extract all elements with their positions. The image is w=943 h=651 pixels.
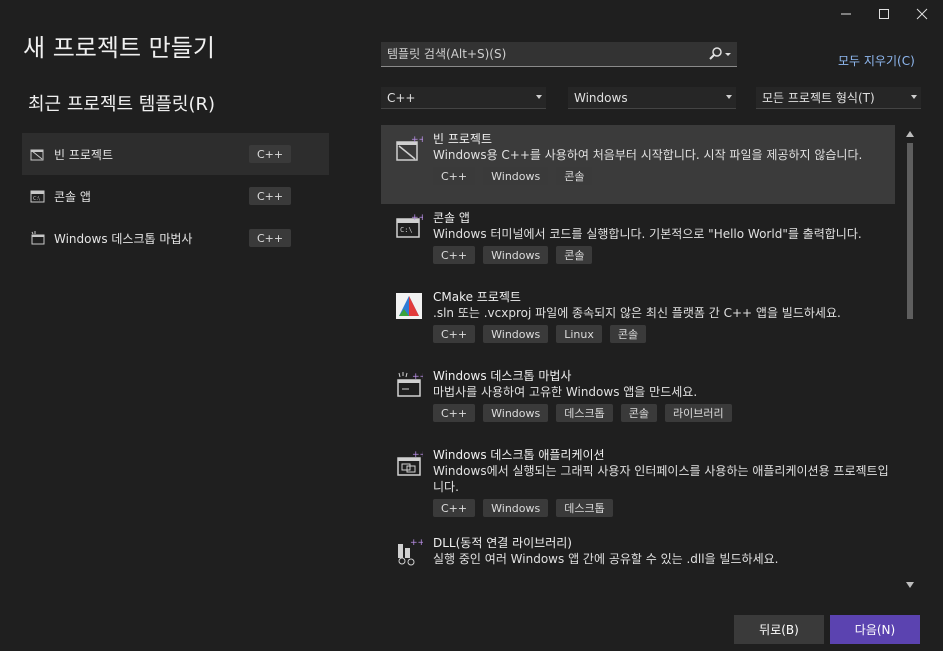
- template-description: 실행 중인 여러 Windows 앱 간에 공유할 수 있는 .dll을 빌드하…: [433, 552, 779, 566]
- template-tags: C++ Windows 데스크톱: [433, 499, 895, 517]
- template-description: Windows용 C++를 사용하여 처음부터 시작합니다. 시작 파일을 제공…: [433, 148, 863, 162]
- tag: 라이브러리: [664, 404, 732, 422]
- back-button[interactable]: 뒤로(B): [734, 615, 824, 644]
- tag: Windows: [483, 167, 549, 185]
- template-tags: C++ Windows 콘솔: [433, 246, 895, 264]
- tag: 데스크톱: [556, 499, 613, 517]
- recent-item-tag: C++: [249, 187, 292, 205]
- desktop-wizard-icon: [30, 231, 46, 245]
- template-name: 콘솔 앱: [433, 211, 470, 225]
- recent-item-label: 콘솔 앱: [54, 189, 91, 204]
- clear-all-link[interactable]: 모두 지우기(C): [838, 52, 915, 69]
- template-item-cmake[interactable]: CMake 프로젝트 .sln 또는 .vcxproj 파일에 종속되지 않은 …: [381, 283, 895, 362]
- minimize-button[interactable]: [827, 0, 865, 28]
- empty-project-icon: ++: [395, 134, 426, 162]
- template-name: CMake 프로젝트: [433, 290, 521, 304]
- svg-text:C:\: C:\: [33, 196, 40, 202]
- template-description: .sln 또는 .vcxproj 파일에 종속되지 않은 최신 플랫폼 간 C+…: [433, 306, 841, 320]
- tag: 데스크톱: [556, 404, 613, 422]
- template-description: 마법사를 사용하여 고유한 Windows 앱을 만드세요.: [433, 385, 698, 399]
- project-type-filter[interactable]: 모든 프로젝트 형식(T): [756, 87, 921, 109]
- page-title: 새 프로젝트 만들기: [23, 34, 215, 62]
- tag: 콘솔: [556, 246, 593, 264]
- recent-item-console-app[interactable]: C:\ 콘솔 앱 C++: [22, 175, 329, 217]
- maximize-button[interactable]: [865, 0, 903, 28]
- tag: C++: [433, 325, 476, 343]
- chevron-down-icon: [725, 53, 731, 56]
- template-description: Windows 터미널에서 코드를 실행합니다. 기본적으로 "Hello Wo…: [433, 227, 862, 241]
- template-item-dll[interactable]: ++ DLL(동적 연결 라이브러리) 실행 중인 여러 Windows 앱 간…: [381, 529, 895, 583]
- svg-text:C:\: C:\: [400, 226, 413, 234]
- tag: 콘솔: [620, 404, 657, 422]
- tag: C++: [433, 167, 476, 185]
- platform-filter-value: Windows: [574, 90, 628, 105]
- recent-item-label: 빈 프로젝트: [54, 147, 114, 162]
- scroll-up-icon[interactable]: [906, 131, 914, 137]
- chevron-down-icon: [536, 95, 542, 99]
- svg-text:++: ++: [412, 450, 423, 460]
- tag: Windows: [483, 499, 549, 517]
- desktop-wizard-icon: ++: [395, 371, 427, 399]
- template-list-scrollbar[interactable]: [903, 125, 917, 590]
- template-list: ++ 빈 프로젝트 Windows용 C++를 사용하여 처음부터 시작합니다.…: [381, 125, 895, 583]
- console-app-icon: C:\ ++: [395, 213, 426, 241]
- desktop-app-icon: ++: [395, 450, 427, 478]
- recent-item-desktop-wizard[interactable]: Windows 데스크톱 마법사 C++: [22, 217, 329, 259]
- project-type-filter-value: 모든 프로젝트 형식(T): [762, 91, 875, 105]
- next-button[interactable]: 다음(N): [830, 615, 920, 644]
- tag: Windows: [483, 404, 549, 422]
- maximize-icon: [879, 9, 889, 19]
- template-item-desktop-wizard[interactable]: ++ Windows 데스크톱 마법사 마법사를 사용하여 고유한 Window…: [381, 362, 895, 441]
- recent-templates-title: 최근 프로젝트 템플릿(R): [28, 94, 216, 115]
- language-filter-value: C++: [387, 90, 416, 105]
- scroll-down-icon[interactable]: [906, 582, 914, 588]
- template-description: Windows에서 실행되는 그래픽 사용자 인터페이스를 사용하는 애플리케이…: [433, 464, 889, 494]
- tag: 콘솔: [609, 325, 647, 343]
- search-icon[interactable]: [709, 47, 731, 61]
- chevron-down-icon: [911, 95, 917, 99]
- template-item-desktop-app[interactable]: ++ Windows 데스크톱 애플리케이션 Windows에서 실행되는 그래…: [381, 441, 895, 529]
- template-name: 빈 프로젝트: [433, 132, 493, 146]
- tag: 콘솔: [556, 167, 593, 185]
- tag: C++: [433, 246, 476, 264]
- platform-filter[interactable]: Windows: [568, 87, 736, 109]
- svg-text:++: ++: [410, 538, 423, 548]
- close-icon: [916, 8, 928, 20]
- template-name: Windows 데스크톱 애플리케이션: [433, 448, 605, 462]
- svg-text:++: ++: [411, 213, 423, 223]
- recent-item-tag: C++: [249, 229, 292, 247]
- recent-item-empty-project[interactable]: 빈 프로젝트 C++: [22, 133, 329, 175]
- tag: Linux: [556, 325, 602, 343]
- recent-item-label: Windows 데스크톱 마법사: [54, 231, 193, 246]
- scrollbar-thumb[interactable]: [907, 143, 913, 319]
- close-button[interactable]: [903, 0, 941, 28]
- template-name: DLL(동적 연결 라이브러리): [433, 536, 572, 550]
- cmake-icon: [395, 292, 423, 320]
- tag: C++: [433, 499, 476, 517]
- template-tags: C++ Windows Linux 콘솔: [433, 325, 895, 343]
- search-input[interactable]: [387, 47, 687, 61]
- recent-item-tag: C++: [249, 145, 292, 163]
- template-name: Windows 데스크톱 마법사: [433, 369, 572, 383]
- recent-templates-list: 빈 프로젝트 C++ C:\ 콘솔 앱 C++ Windows 데스크톱 마법사…: [22, 133, 329, 259]
- svg-text:++: ++: [411, 135, 423, 145]
- language-filter[interactable]: C++: [381, 87, 546, 109]
- minimize-icon: [841, 13, 851, 15]
- empty-project-icon: [30, 147, 46, 161]
- svg-text:++: ++: [412, 372, 423, 382]
- chevron-down-icon: [726, 95, 732, 99]
- template-item-console-app[interactable]: C:\ ++ 콘솔 앱 Windows 터미널에서 코드를 실행합니다. 기본적으…: [381, 204, 895, 283]
- template-item-empty-project[interactable]: ++ 빈 프로젝트 Windows용 C++를 사용하여 처음부터 시작합니다.…: [381, 125, 895, 204]
- tag: Windows: [483, 325, 549, 343]
- tag: C++: [433, 404, 476, 422]
- dll-icon: ++: [395, 538, 425, 566]
- template-tags: C++ Windows 콘솔: [433, 167, 895, 185]
- template-tags: C++ Windows 데스크톱 콘솔 라이브러리: [433, 404, 895, 422]
- template-search-box[interactable]: [381, 42, 737, 67]
- console-app-icon: C:\: [30, 189, 46, 203]
- tag: Windows: [483, 246, 549, 264]
